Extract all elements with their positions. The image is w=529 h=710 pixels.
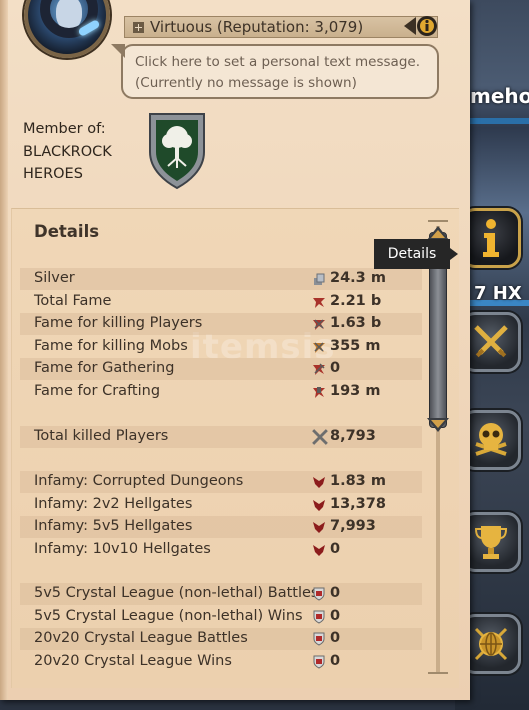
stat-row-silver: Silver 24.3 m (20, 268, 422, 290)
stat-row-infamy-5v5: Infamy: 5v5 Hellgates 7,993 (20, 516, 422, 538)
guild-crest-tree-icon[interactable] (148, 112, 206, 190)
crossed-swords-icon (312, 429, 328, 445)
pve-fame-icon (313, 342, 325, 353)
personal-message-line2: (Currently no message is shown) (135, 75, 357, 91)
reputation-info-icon[interactable] (402, 14, 438, 38)
stat-row-fame-mobs: Fame for killing Mobs 355 m (34, 338, 381, 354)
stat-row-fame-players: Fame for killing Players 1.63 b (20, 313, 422, 335)
pvp-fame-icon (313, 319, 325, 330)
stat-row-5v5-cl-wins: 5v5 Crystal League (non-lethal) Wins 0 (34, 608, 341, 624)
combat-tab-button[interactable] (461, 312, 521, 372)
stat-row-20v20-cl-wins: 20v20 Crystal League Wins 0 (34, 653, 341, 669)
infamy-icon (313, 545, 325, 556)
guild-warfare-tab-button[interactable] (461, 614, 521, 674)
stat-row-infamy-10v10: Infamy: 10v10 Hellgates 0 (34, 541, 341, 557)
player-name-fragment: meho (470, 84, 529, 108)
deaths-tab-button[interactable] (461, 410, 521, 470)
stat-row-infamy-corrupted: Infamy: Corrupted Dungeons 1.83 m (20, 471, 422, 493)
details-title: Details (34, 222, 100, 241)
crossed-swords-icon (474, 325, 508, 358)
guild-membership: Member of: BLACKROCK HEROES (23, 118, 112, 186)
reputation-bar[interactable]: Virtuous (Reputation: 3,079) (124, 16, 438, 38)
trophy-icon (474, 526, 508, 559)
crystal-league-icon (313, 587, 325, 601)
crystal-league-icon (313, 632, 325, 646)
stat-row-fame-gathering: Fame for Gathering 0 (20, 358, 422, 380)
crystal-league-icon (313, 610, 325, 624)
stat-row-total-fame: Total Fame 2.21 b (34, 293, 382, 309)
achievements-tab-button[interactable] (461, 512, 521, 572)
personal-message-line1: Click here to set a personal text messag… (135, 54, 420, 70)
silver-icon (314, 273, 325, 285)
fame-icon (313, 298, 325, 308)
crafting-fame-icon (313, 387, 325, 398)
stat-row-20v20-cl-battles: 20v20 Crystal League Battles 0 (20, 628, 422, 650)
crystal-league-icon (313, 655, 325, 669)
expand-plus-icon (133, 21, 144, 33)
skull-icon (475, 423, 507, 456)
infamy-icon (313, 500, 325, 511)
guild-tag-fragment: 7 HX (474, 283, 522, 304)
stat-row-fame-crafting: Fame for Crafting 193 m (34, 383, 381, 399)
scroll-down-arrow-icon[interactable] (427, 418, 449, 432)
gathering-fame-icon (313, 363, 325, 375)
stat-row-infamy-2v2: Infamy: 2v2 Hellgates 13,378 (34, 496, 386, 512)
infamy-icon (313, 522, 325, 533)
details-tooltip: Details (374, 239, 458, 269)
globe-swords-icon (474, 627, 508, 661)
guild-name-line1[interactable]: BLACKROCK (23, 141, 112, 164)
guild-name-line2[interactable]: HEROES (23, 163, 112, 186)
personal-message-bubble[interactable]: Click here to set a personal text messag… (111, 44, 439, 99)
stat-row-5v5-cl-battles: 5v5 Crystal League (non-lethal) Battles … (20, 583, 422, 605)
scroll-up-arrow-icon[interactable] (427, 226, 449, 240)
details-tab-button[interactable] (461, 208, 521, 268)
infamy-icon (313, 477, 325, 488)
stat-row-total-killed: Total killed Players 8,793 (20, 426, 422, 448)
member-of-label: Member of: (23, 121, 106, 137)
info-icon (483, 219, 499, 257)
reputation-text: Virtuous (Reputation: 3,079) (150, 18, 364, 36)
